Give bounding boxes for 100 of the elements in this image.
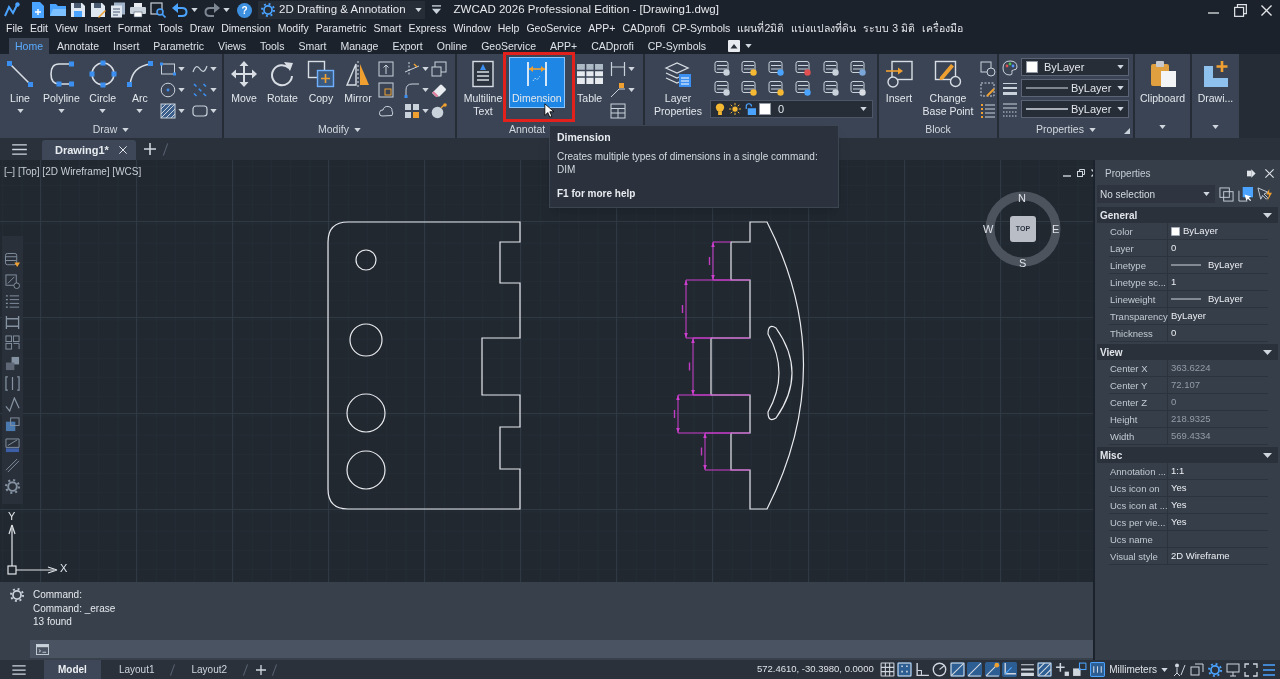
fullscreen-icon[interactable] <box>1244 662 1258 677</box>
folder-icon[interactable] <box>50 2 66 18</box>
layer-stack-icon[interactable] <box>5 253 20 268</box>
line-caret-icon[interactable] <box>430 5 442 15</box>
square-circle-icon[interactable] <box>980 60 996 77</box>
caret-icon[interactable] <box>209 87 217 92</box>
menu-item[interactable]: ระบบ 3 มิติ <box>863 21 915 37</box>
square-bars-icon[interactable] <box>1089 662 1105 677</box>
ribbon-tab[interactable]: GeoService <box>475 38 542 54</box>
close-icon[interactable] <box>118 146 127 154</box>
i-beam-icon[interactable] <box>5 314 20 330</box>
bomb-icon[interactable] <box>430 102 447 119</box>
overlapping-squares-icon[interactable] <box>1190 662 1204 677</box>
overlapping-squares-icon[interactable] <box>1219 186 1234 202</box>
menu-item[interactable]: Format <box>117 21 152 37</box>
menu-item[interactable]: Draw <box>189 21 215 37</box>
ribbon-tab[interactable]: APP+ <box>544 38 584 54</box>
layer-stack-icon[interactable] <box>741 80 758 96</box>
property-dropdown[interactable]: ByLayer <box>1021 79 1129 97</box>
layer-stack-icon[interactable] <box>741 60 758 76</box>
units-dropdown[interactable]: Millimeters <box>1109 662 1168 677</box>
menu-item[interactable]: เครื่องมือ <box>921 21 963 37</box>
layer-stack-icon[interactable] <box>795 80 812 96</box>
restore-icon[interactable] <box>1234 3 1247 17</box>
caret-icon[interactable] <box>136 109 144 113</box>
magnifier-page-icon[interactable] <box>150 2 166 18</box>
caret-icon[interactable] <box>627 66 635 71</box>
tool-button[interactable]: Mirror <box>340 57 375 108</box>
panel-title[interactable]: Properties <box>1036 122 1096 138</box>
app-logo-icon[interactable] <box>4 2 20 18</box>
right-arrow-icon[interactable] <box>1247 168 1257 178</box>
list-icon[interactable] <box>980 102 996 119</box>
new-file-icon[interactable] <box>30 2 46 18</box>
ribbon-tab[interactable]: Export <box>386 38 429 54</box>
menu-item[interactable]: Dimension <box>221 21 271 37</box>
tool-button[interactable]: Drawi... <box>1194 57 1237 135</box>
layout-tab[interactable]: Layout1 <box>104 660 169 679</box>
selection-dropdown[interactable]: No selection <box>1097 185 1215 203</box>
tool-button[interactable]: Clipboard <box>1137 57 1188 135</box>
zigzag-line-icon[interactable] <box>5 396 20 412</box>
document-tab[interactable]: Drawing1* <box>42 140 136 160</box>
line-weights-icon[interactable] <box>1002 81 1018 97</box>
section-header[interactable]: General <box>1097 207 1278 223</box>
floppy-disk-pencil-icon[interactable] <box>90 2 106 18</box>
diagonal-lines-icon[interactable] <box>5 458 20 473</box>
menu-item[interactable]: Window <box>453 21 491 37</box>
menu-item[interactable]: File <box>6 21 23 37</box>
menu-icon[interactable] <box>12 664 26 675</box>
tool-button[interactable]: Rotate <box>264 57 301 108</box>
gear-icon[interactable] <box>1208 662 1222 677</box>
squares-icon[interactable] <box>5 335 20 350</box>
layout-tab[interactable]: Layout2 <box>177 660 242 679</box>
ribbon-tab[interactable]: CP-Symbols <box>641 38 713 54</box>
plus-icon[interactable] <box>143 143 156 155</box>
scattered-dashes-icon[interactable] <box>191 81 208 98</box>
layout-tab[interactable]: Model <box>44 660 101 679</box>
menu-item[interactable]: Edit <box>29 21 48 37</box>
restore-icon[interactable] <box>1077 169 1085 177</box>
right-angle-icon[interactable] <box>914 662 930 677</box>
caret-icon[interactable] <box>191 8 198 12</box>
layer-stack-icon[interactable] <box>714 80 730 96</box>
bracket-icon[interactable] <box>5 376 20 391</box>
squares-icon[interactable] <box>1072 662 1088 677</box>
rounded-rectangle-icon[interactable] <box>191 102 208 119</box>
compass-letter[interactable]: S <box>1019 257 1027 269</box>
layer-stack-icon[interactable] <box>714 60 730 76</box>
ribbon-tab[interactable]: Tools <box>253 38 291 54</box>
caret-icon[interactable] <box>177 66 185 71</box>
layer-stack-icon[interactable] <box>822 60 839 76</box>
tool-button[interactable]: Insert <box>882 57 916 108</box>
dotted-square-icon[interactable] <box>897 662 913 677</box>
layer-stack-icon[interactable] <box>768 60 785 76</box>
menu-item[interactable]: Parametric <box>315 21 367 37</box>
caret-icon[interactable] <box>177 108 185 113</box>
tool-button[interactable]: Copy <box>303 57 338 108</box>
menu-item[interactable]: Modify <box>277 21 309 37</box>
ribbon-tab[interactable]: Online <box>430 38 474 54</box>
section-header[interactable]: View <box>1097 344 1278 360</box>
panel-title[interactable]: Modify <box>318 122 361 138</box>
redo-icon[interactable] <box>204 2 220 18</box>
tool-button[interactable]: Table <box>572 57 607 108</box>
table-icon[interactable] <box>609 102 626 119</box>
panel-title[interactable]: Draw <box>92 122 130 138</box>
compass-letter[interactable]: N <box>1018 192 1026 204</box>
property-dropdown[interactable]: ByLayer <box>1021 58 1129 76</box>
menu-item[interactable]: แบ่งแปลงที่ดิน <box>791 21 857 37</box>
overlapping-squares-icon[interactable] <box>430 60 447 77</box>
stacked-pages-icon[interactable] <box>110 2 126 18</box>
caret-icon[interactable] <box>99 109 107 113</box>
panel-launcher-icon[interactable] <box>1124 128 1130 134</box>
tool-button[interactable]: Move <box>227 57 261 108</box>
tool-button[interactable]: Layer Properties <box>649 57 707 121</box>
caret-icon[interactable] <box>16 109 24 113</box>
compass-letter[interactable]: E <box>1052 223 1060 235</box>
caret-icon[interactable] <box>422 87 430 92</box>
menu-item[interactable]: CADprofi <box>622 21 665 37</box>
rectangle-icon[interactable] <box>159 60 176 77</box>
printer-icon[interactable] <box>130 2 146 18</box>
menu-item[interactable]: Tools <box>158 21 183 37</box>
crossing-lines-icon[interactable] <box>404 60 421 77</box>
